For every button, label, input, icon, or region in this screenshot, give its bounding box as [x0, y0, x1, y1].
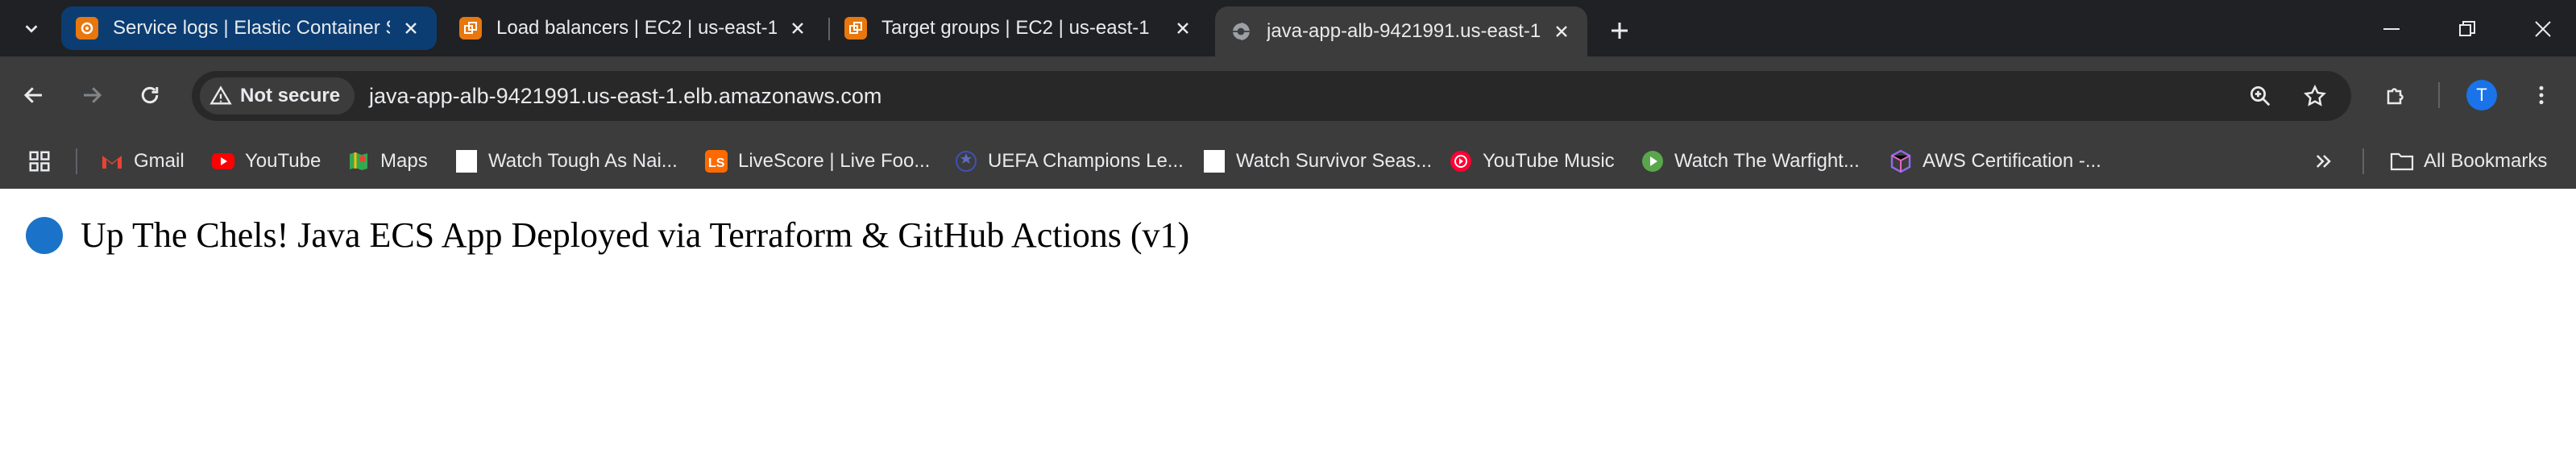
toolbar-divider [2438, 82, 2440, 108]
svg-text:LS: LS [708, 156, 725, 170]
bookmark-youtube-music[interactable]: YouTube Music [1449, 145, 1615, 177]
tab-title: Load balancers | EC2 | us-east-1 [496, 17, 777, 39]
bookmark-label: YouTube [245, 150, 321, 172]
uefa-icon [954, 149, 978, 173]
page-headline: Up The Chels! Java ECS App Deployed via … [26, 215, 1189, 256]
warning-icon [209, 85, 232, 105]
bookmark-watch-tough-as-nails[interactable]: Watch Tough As Nai... [454, 145, 678, 177]
restore-button[interactable] [2443, 11, 2491, 47]
more-vertical-icon [2539, 85, 2544, 105]
bookmark-youtube[interactable]: YouTube [211, 145, 321, 177]
bookmark-livescore[interactable]: LS LiveScore | Live Foo... [704, 145, 930, 177]
bookmark-star-button[interactable] [2298, 79, 2332, 113]
new-tab-button[interactable] [1603, 15, 1636, 47]
tab-target-groups[interactable]: Target groups | EC2 | us-east-1 [830, 6, 1209, 50]
window-close-button[interactable] [2519, 11, 2567, 47]
bookmark-watch-survivor[interactable]: Watch Survivor Seas... [1202, 145, 1432, 177]
close-icon[interactable] [1172, 17, 1194, 40]
puzzle-icon [2387, 88, 2404, 105]
minimize-button[interactable] [2367, 11, 2416, 47]
close-icon [2535, 21, 2551, 37]
bookmark-watch-the-warfighter[interactable]: Watch The Warfight... [1641, 145, 1860, 177]
plus-icon [1612, 23, 1628, 39]
livescore-icon: LS [704, 149, 728, 173]
all-bookmarks-label: All Bookmarks [2424, 150, 2548, 172]
bookmark-label: AWS Certification -... [1923, 150, 2101, 172]
arrow-left-icon [23, 87, 42, 103]
back-button[interactable] [16, 77, 52, 113]
forward-button[interactable] [74, 77, 110, 113]
page-title: Up The Chels! Java ECS App Deployed via … [81, 215, 1190, 255]
zoom-icon [2250, 86, 2271, 106]
arrow-right-icon [84, 87, 102, 103]
tab-java-app-alb[interactable]: java-app-alb-9421991.us-east-1.elb.amazo… [1215, 6, 1587, 56]
restore-icon [2459, 21, 2475, 36]
blue-circle-icon [26, 216, 63, 254]
apps-grid-icon [29, 151, 50, 172]
address-bar[interactable]: Not secure java-app-alb-9421991.us-east-… [192, 71, 2351, 121]
more-bookmarks-button[interactable] [2313, 145, 2335, 177]
folder-icon [2390, 149, 2414, 173]
close-icon[interactable] [786, 17, 809, 40]
menu-button[interactable] [2524, 77, 2559, 113]
ecs-icon [76, 17, 98, 40]
globe-icon [1230, 20, 1252, 43]
play-icon [1641, 149, 1665, 173]
gmail-icon [100, 149, 124, 173]
star-icon [2304, 84, 2326, 106]
apps-button[interactable] [27, 145, 52, 177]
aws-cert-icon [1889, 149, 1913, 173]
page-content: Up The Chels! Java ECS App Deployed via … [0, 189, 2576, 471]
blank-page-icon [454, 149, 479, 173]
close-icon[interactable] [1550, 20, 1573, 43]
bookmark-maps[interactable]: Maps [346, 145, 428, 177]
bookmarks-divider [76, 148, 77, 174]
close-icon[interactable] [400, 17, 422, 40]
youtube-icon [211, 149, 235, 173]
bookmarks-bar: Gmail YouTube Maps Watch Tough As Nai...… [0, 134, 2576, 189]
bookmark-label: Gmail [134, 150, 185, 172]
zoom-button[interactable] [2243, 79, 2277, 113]
security-label: Not secure [240, 85, 341, 106]
ec2-icon [844, 17, 867, 40]
tab-strip: Service logs | Elastic Container Service… [0, 0, 2576, 56]
avatar-initial: T [2476, 85, 2487, 105]
blank-page-icon [1202, 149, 1226, 173]
bookmark-aws-certification[interactable]: AWS Certification -... [1889, 145, 2101, 177]
tab-service-logs[interactable]: Service logs | Elastic Container Service [61, 6, 437, 50]
avatar: T [2466, 80, 2497, 110]
extensions-button[interactable] [2379, 77, 2414, 113]
tab-title: Target groups | EC2 | us-east-1 [881, 17, 1150, 39]
bookmark-uefa-champions-league[interactable]: UEFA Champions Le... [954, 145, 1184, 177]
all-bookmarks-button[interactable]: All Bookmarks [2390, 145, 2547, 177]
profile-button[interactable]: T [2464, 77, 2499, 113]
reload-button[interactable] [132, 77, 168, 113]
bookmark-label: YouTube Music [1483, 150, 1615, 172]
bookmark-gmail[interactable]: Gmail [100, 145, 185, 177]
bookmark-label: Watch Tough As Nai... [488, 150, 678, 172]
chevron-down-icon [25, 25, 38, 33]
minimize-icon [2383, 28, 2400, 30]
tab-title: Service logs | Elastic Container Service [113, 17, 390, 39]
bookmarks-divider [2362, 148, 2364, 174]
browser-chrome: Service logs | Elastic Container Service… [0, 0, 2576, 189]
ec2-icon [459, 17, 482, 40]
chevron-double-right-icon [2316, 155, 2331, 168]
bookmark-label: Watch Survivor Seas... [1236, 150, 1433, 172]
site-security-chip[interactable]: Not secure [200, 77, 355, 115]
url-text[interactable]: java-app-alb-9421991.us-east-1.elb.amazo… [369, 84, 881, 109]
youtube-music-icon [1449, 149, 1473, 173]
reload-icon [141, 86, 159, 104]
tab-title: java-app-alb-9421991.us-east-1.elb.amazo… [1267, 20, 1541, 42]
tab-load-balancers[interactable]: Load balancers | EC2 | us-east-1 [445, 6, 823, 50]
tab-search-button[interactable] [11, 8, 52, 48]
bookmark-label: Watch The Warfight... [1674, 150, 1860, 172]
bookmark-label: UEFA Champions Le... [988, 150, 1184, 172]
toolbar: Not secure java-app-alb-9421991.us-east-… [0, 56, 2576, 134]
bookmark-label: LiveScore | Live Foo... [738, 150, 931, 172]
maps-icon [346, 149, 371, 173]
bookmark-label: Maps [380, 150, 428, 172]
